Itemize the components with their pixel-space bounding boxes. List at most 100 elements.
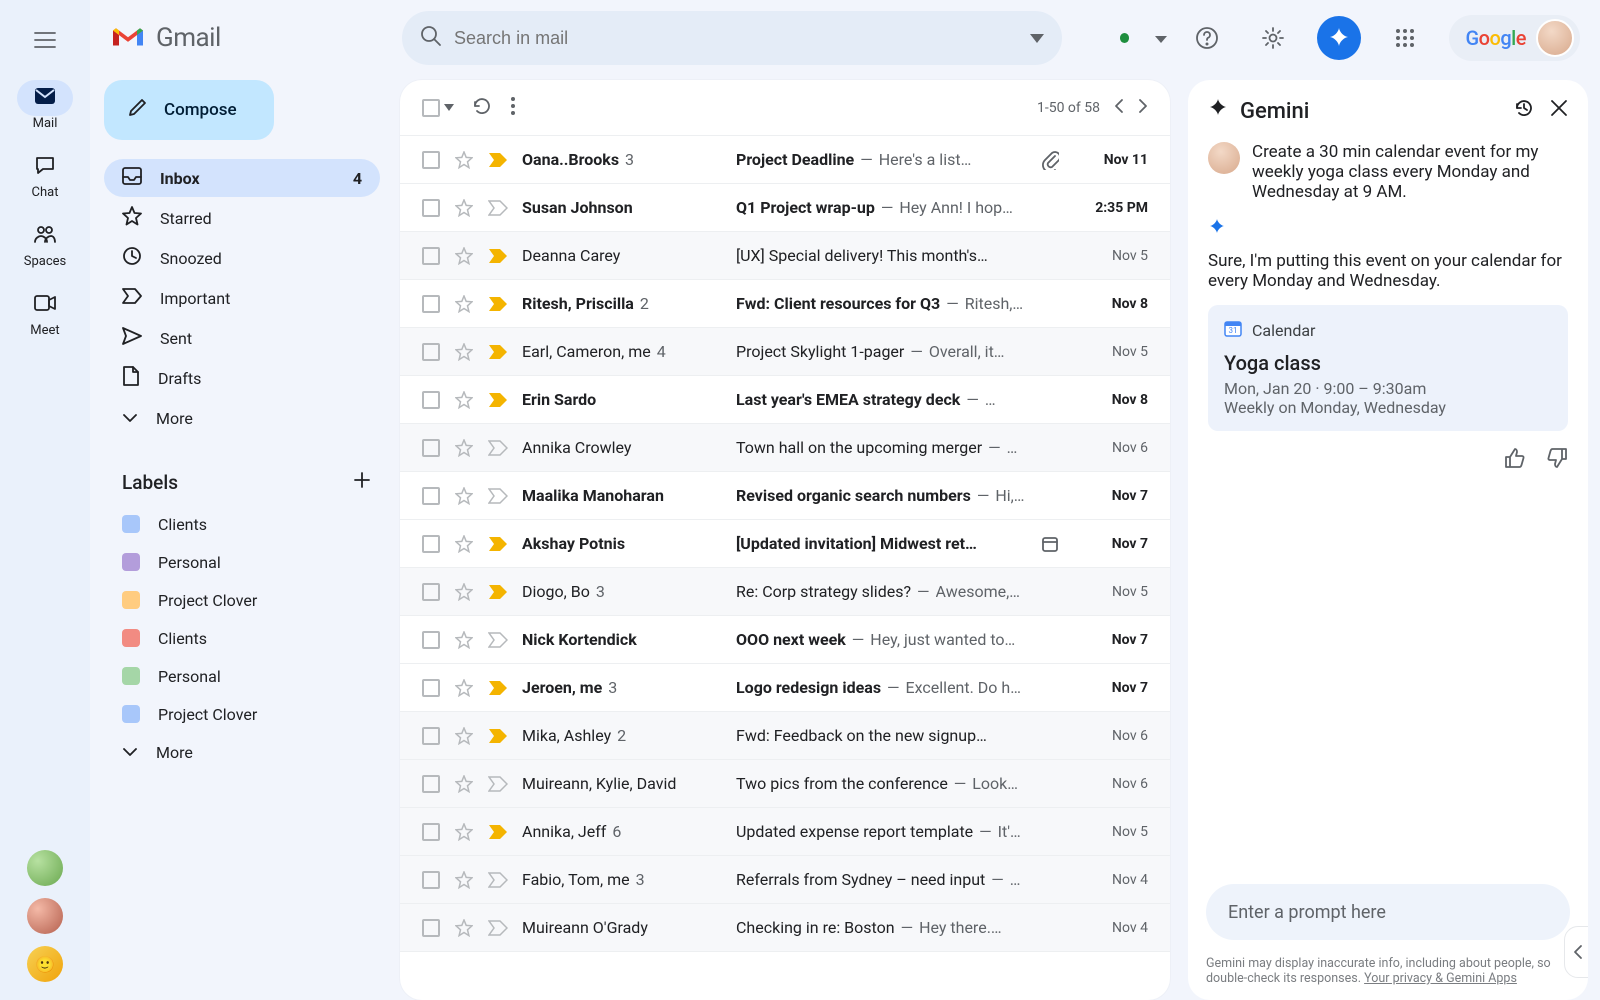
- next-page-button[interactable]: [1138, 98, 1148, 118]
- email-row[interactable]: Muireann, Kylie, David Two pics from the…: [400, 760, 1170, 808]
- presence-avatar[interactable]: [27, 898, 63, 934]
- nav-snoozed[interactable]: Snoozed: [104, 239, 380, 277]
- email-row[interactable]: Akshay Potnis [Updated invitation] Midwe…: [400, 520, 1170, 568]
- star-icon[interactable]: [454, 774, 474, 794]
- email-row[interactable]: Annika, Jeff 6 Updated expense report te…: [400, 808, 1170, 856]
- search-bar[interactable]: [402, 11, 1062, 65]
- presence-avatar[interactable]: [27, 850, 63, 886]
- star-icon[interactable]: [454, 630, 474, 650]
- row-checkbox[interactable]: [422, 679, 440, 697]
- star-icon[interactable]: [454, 678, 474, 698]
- account-switcher[interactable]: Google: [1449, 15, 1580, 61]
- nav-drafts[interactable]: Drafts: [104, 359, 380, 397]
- row-checkbox[interactable]: [422, 199, 440, 217]
- important-icon[interactable]: [488, 678, 508, 698]
- rail-spaces[interactable]: Spaces: [10, 218, 80, 269]
- nav-sent[interactable]: Sent: [104, 319, 380, 357]
- row-checkbox[interactable]: [422, 775, 440, 793]
- thumbs-down-button[interactable]: [1546, 447, 1568, 474]
- star-icon[interactable]: [454, 582, 474, 602]
- important-icon[interactable]: [488, 726, 508, 746]
- help-button[interactable]: [1185, 16, 1229, 60]
- presence-avatar[interactable]: 🙂: [27, 946, 63, 982]
- label-item[interactable]: Project Clover: [104, 581, 380, 619]
- email-row[interactable]: Deanna Carey [UX] Special delivery! This…: [400, 232, 1170, 280]
- important-icon[interactable]: [488, 918, 508, 938]
- important-icon[interactable]: [488, 630, 508, 650]
- email-row[interactable]: Nick Kortendick OOO next week — Hey, jus…: [400, 616, 1170, 664]
- row-checkbox[interactable]: [422, 871, 440, 889]
- row-checkbox[interactable]: [422, 823, 440, 841]
- row-checkbox[interactable]: [422, 247, 440, 265]
- search-input[interactable]: [442, 28, 1030, 49]
- important-icon[interactable]: [488, 870, 508, 890]
- row-checkbox[interactable]: [422, 487, 440, 505]
- important-icon[interactable]: [488, 438, 508, 458]
- label-item[interactable]: Clients: [104, 505, 380, 543]
- important-icon[interactable]: [488, 774, 508, 794]
- important-icon[interactable]: [488, 198, 508, 218]
- row-checkbox[interactable]: [422, 583, 440, 601]
- star-icon[interactable]: [454, 486, 474, 506]
- gemini-calendar-card[interactable]: 31 Calendar Yoga class Mon, Jan 20 · 9:0…: [1208, 305, 1568, 431]
- row-checkbox[interactable]: [422, 295, 440, 313]
- nav-important[interactable]: Important: [104, 279, 380, 317]
- email-row[interactable]: Annika Crowley Town hall on the upcoming…: [400, 424, 1170, 472]
- label-item[interactable]: Personal: [104, 657, 380, 695]
- row-checkbox[interactable]: [422, 391, 440, 409]
- gemini-privacy-link[interactable]: Your privacy & Gemini Apps: [1364, 971, 1517, 986]
- email-row[interactable]: Erin Sardo Last year's EMEA strategy dec…: [400, 376, 1170, 424]
- row-checkbox[interactable]: [422, 631, 440, 649]
- prev-page-button[interactable]: [1114, 98, 1124, 118]
- row-checkbox[interactable]: [422, 727, 440, 745]
- add-label-button[interactable]: [352, 470, 372, 495]
- star-icon[interactable]: [454, 822, 474, 842]
- important-icon[interactable]: [488, 822, 508, 842]
- star-icon[interactable]: [454, 438, 474, 458]
- row-checkbox[interactable]: [422, 919, 440, 937]
- label-item[interactable]: Clients: [104, 619, 380, 657]
- star-icon[interactable]: [454, 534, 474, 554]
- star-icon[interactable]: [454, 150, 474, 170]
- compose-button[interactable]: Compose: [104, 80, 274, 140]
- rail-chat[interactable]: Chat: [10, 149, 80, 200]
- search-options-icon[interactable]: [1030, 29, 1044, 48]
- star-icon[interactable]: [454, 918, 474, 938]
- important-icon[interactable]: [488, 582, 508, 602]
- important-icon[interactable]: [488, 246, 508, 266]
- star-icon[interactable]: [454, 246, 474, 266]
- star-icon[interactable]: [454, 342, 474, 362]
- account-avatar[interactable]: [1536, 19, 1574, 57]
- labels-more[interactable]: More: [104, 733, 380, 771]
- more-button[interactable]: [510, 96, 516, 120]
- nav-starred[interactable]: Starred: [104, 199, 380, 237]
- history-button[interactable]: [1514, 98, 1534, 124]
- important-icon[interactable]: [488, 294, 508, 314]
- apps-button[interactable]: [1383, 16, 1427, 60]
- gemini-button[interactable]: [1317, 16, 1361, 60]
- email-row[interactable]: Fabio, Tom, me 3 Referrals from Sydney –…: [400, 856, 1170, 904]
- thumbs-up-button[interactable]: [1504, 447, 1526, 474]
- star-icon[interactable]: [454, 294, 474, 314]
- important-icon[interactable]: [488, 486, 508, 506]
- important-icon[interactable]: [488, 534, 508, 554]
- star-icon[interactable]: [454, 726, 474, 746]
- menu-button[interactable]: [23, 18, 67, 62]
- brand[interactable]: Gmail: [110, 23, 384, 53]
- star-icon[interactable]: [454, 870, 474, 890]
- row-checkbox[interactable]: [422, 151, 440, 169]
- rail-meet[interactable]: Meet: [10, 287, 80, 338]
- email-row[interactable]: Earl, Cameron, me 4 Project Skylight 1-p…: [400, 328, 1170, 376]
- row-checkbox[interactable]: [422, 535, 440, 553]
- row-checkbox[interactable]: [422, 439, 440, 457]
- important-icon[interactable]: [488, 390, 508, 410]
- row-checkbox[interactable]: [422, 343, 440, 361]
- email-row[interactable]: Susan Johnson Q1 Project wrap-up — Hey A…: [400, 184, 1170, 232]
- email-row[interactable]: Jeroen, me 3 Logo redesign ideas — Excel…: [400, 664, 1170, 712]
- gemini-input[interactable]: Enter a prompt here: [1206, 884, 1570, 940]
- email-row[interactable]: Oana..Brooks 3 Project Deadline — Here's…: [400, 136, 1170, 184]
- close-button[interactable]: [1550, 98, 1568, 124]
- email-row[interactable]: Mika, Ashley 2 Fwd: Feedback on the new …: [400, 712, 1170, 760]
- important-icon[interactable]: [488, 342, 508, 362]
- status-caret-icon[interactable]: [1155, 29, 1167, 48]
